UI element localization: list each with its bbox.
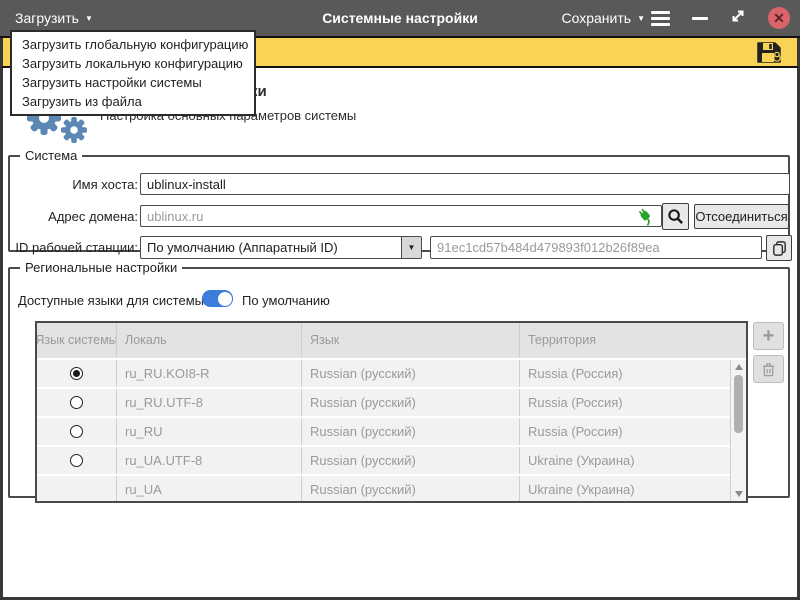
territory-cell: Russia (Россия) [520, 389, 746, 416]
connection-plug-icon [636, 207, 656, 232]
scroll-up-icon[interactable] [735, 364, 743, 370]
search-icon [667, 208, 684, 225]
maximize-icon [730, 8, 746, 24]
window-controls: ✕ [651, 0, 790, 36]
language-cell: Russian (русский) [302, 418, 520, 445]
territory-cell: Ukraine (Украина) [520, 447, 746, 474]
delete-locale-button[interactable] [753, 355, 784, 383]
locales-table: Язык системы Локаль Язык Территория ru_R… [35, 321, 748, 503]
locale-cell: ru_RU.UTF-8 [117, 389, 302, 416]
hamburger-menu-icon[interactable] [651, 11, 670, 26]
table-row[interactable]: ru_RU Russian (русский) Russia (Россия) [37, 418, 746, 447]
locale-cell: ru_RU [117, 418, 302, 445]
chevron-down-icon: ▼ [408, 243, 416, 252]
scroll-down-icon[interactable] [735, 491, 743, 497]
minimize-icon [692, 17, 708, 20]
locale-cell: ru_UA [117, 476, 302, 503]
system-section-legend: Система [20, 148, 82, 163]
system-language-radio[interactable] [70, 396, 83, 409]
menu-item-load-from-file[interactable]: Загрузить из файла [12, 92, 254, 111]
system-section: Система Имя хоста: Адрес домена: Отсоеди… [8, 148, 790, 252]
combo-dropdown-button[interactable]: ▼ [401, 237, 421, 258]
column-header-locale: Локаль [117, 323, 302, 358]
hostname-input[interactable] [140, 173, 790, 195]
regional-section: Региональные настройки Доступные языки д… [8, 260, 790, 498]
table-row[interactable]: ru_RU.KOI8-R Russian (русский) Russia (Р… [37, 360, 746, 389]
plus-icon: + [763, 326, 775, 346]
system-language-radio[interactable] [70, 454, 83, 467]
save-config-icon[interactable] [756, 40, 783, 65]
system-language-radio[interactable] [70, 367, 83, 380]
table-row[interactable]: ru_UA.UTF-8 Russian (русский) Ukraine (У… [37, 447, 746, 476]
locale-cell: ru_RU.KOI8-R [117, 360, 302, 387]
hostname-label: Имя хоста: [12, 177, 138, 192]
language-cell: Russian (русский) [302, 360, 520, 387]
territory-cell: Russia (Россия) [520, 418, 746, 445]
station-id-mode-select[interactable]: По умолчанию (Аппаратный ID) ▼ [140, 236, 422, 259]
add-locale-button[interactable]: + [753, 322, 784, 350]
domain-search-button[interactable] [662, 203, 689, 230]
scrollbar-thumb[interactable] [734, 375, 743, 433]
station-id-label: ID рабочей станции: [12, 240, 138, 255]
column-header-language: Язык [302, 323, 520, 358]
territory-cell: Ukraine (Украина) [520, 476, 746, 503]
table-row[interactable]: ru_UA Russian (русский) Ukraine (Украина… [37, 476, 746, 503]
system-settings-window: Загрузить ▼ Системные настройки Сохранит… [0, 0, 800, 600]
station-id-mode-value: По умолчанию (Аппаратный ID) [141, 240, 401, 255]
language-cell: Russian (русский) [302, 447, 520, 474]
copy-icon [771, 240, 788, 257]
table-scrollbar[interactable] [730, 360, 746, 501]
save-menu-label: Сохранить [562, 10, 632, 26]
copy-station-id-button[interactable] [766, 235, 792, 261]
system-language-radio[interactable] [70, 425, 83, 438]
languages-default-toggle[interactable] [202, 290, 233, 307]
load-dropdown-menu: Загрузить глобальную конфигурацию Загруз… [10, 30, 256, 116]
close-icon: ✕ [773, 11, 785, 25]
available-languages-label: Доступные языки для системы: [18, 293, 208, 308]
territory-cell: Russia (Россия) [520, 360, 746, 387]
menu-item-load-global-config[interactable]: Загрузить глобальную конфигурацию [12, 35, 254, 54]
close-button[interactable]: ✕ [768, 7, 790, 29]
domain-input[interactable] [140, 205, 662, 227]
maximize-button[interactable] [730, 8, 746, 29]
menu-item-load-system-settings[interactable]: Загрузить настройки системы [12, 73, 254, 92]
column-header-system-language: Язык системы [37, 323, 117, 358]
minimize-button[interactable] [692, 17, 708, 20]
save-menu-button[interactable]: Сохранить ▼ [562, 0, 646, 36]
regional-section-legend: Региональные настройки [20, 260, 182, 275]
station-id-value-input[interactable] [430, 236, 762, 259]
toggle-state-label: По умолчанию [242, 293, 330, 308]
trash-icon [761, 362, 776, 377]
disconnect-button[interactable]: Отсоединиться [694, 204, 789, 229]
menu-item-load-local-config[interactable]: Загрузить локальную конфигурацию [12, 54, 254, 73]
language-cell: Russian (русский) [302, 476, 520, 503]
chevron-down-icon: ▼ [637, 13, 645, 23]
locale-cell: ru_UA.UTF-8 [117, 447, 302, 474]
domain-label: Адрес домена: [12, 209, 138, 224]
toggle-knob [217, 291, 233, 307]
language-cell: Russian (русский) [302, 389, 520, 416]
column-header-territory: Территория [520, 323, 746, 358]
table-row[interactable]: ru_RU.UTF-8 Russian (русский) Russia (Ро… [37, 389, 746, 418]
table-header-row: Язык системы Локаль Язык Территория [37, 323, 746, 360]
